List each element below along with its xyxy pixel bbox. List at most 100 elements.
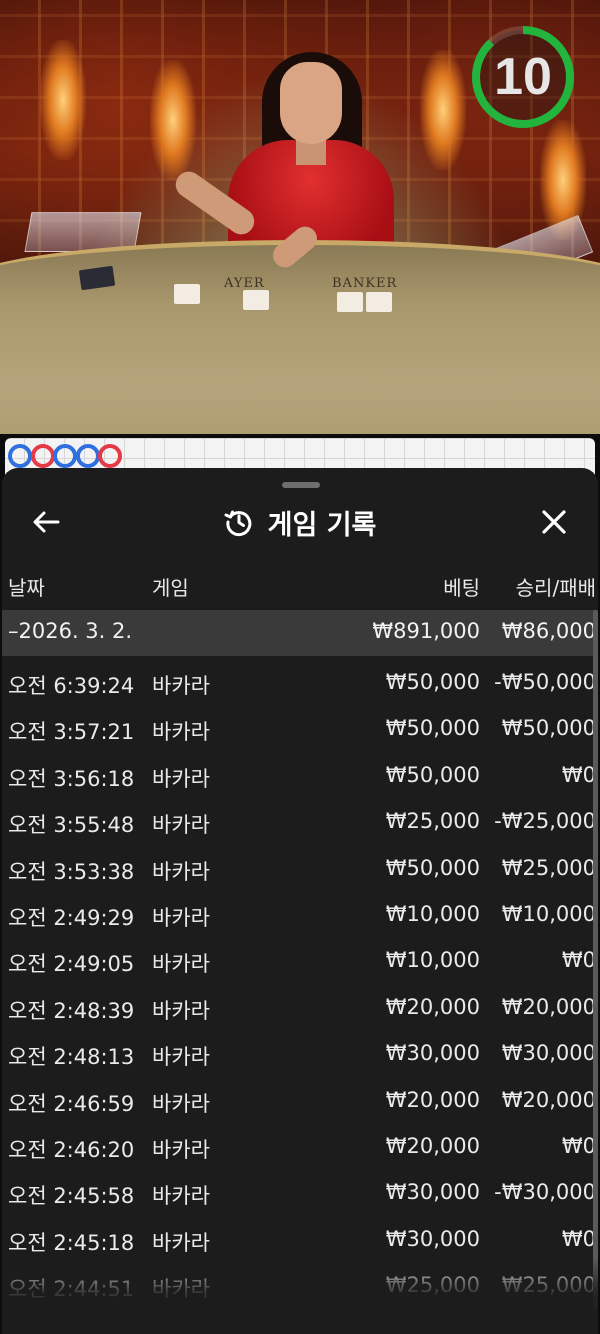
row-game: 바카라	[152, 952, 210, 977]
road-bead-red	[98, 444, 122, 468]
row-game: 바카라	[152, 1045, 210, 1070]
row-time: 오전 2:48:39	[8, 998, 135, 1023]
summary-bet-total: ₩891,000	[372, 619, 480, 643]
playing-card	[243, 290, 269, 310]
row-time: 오전 2:49:29	[8, 905, 135, 930]
row-bet: ₩10,000	[385, 901, 480, 926]
row-bet: ₩20,000	[385, 994, 480, 1019]
road-bead-red	[30, 444, 55, 468]
row-result: -₩30,000	[494, 1180, 596, 1205]
close-icon	[542, 510, 566, 534]
row-result: ₩20,000	[501, 994, 596, 1019]
timer-seconds: 10	[494, 48, 552, 106]
summary-result-total: ₩86,000	[501, 619, 596, 643]
history-row[interactable]: 오전 2:49:29 바카라 ₩10,000 ₩10,000	[2, 890, 598, 936]
history-row[interactable]: 오전 2:48:39 바카라 ₩20,000 ₩20,000	[2, 983, 598, 1029]
row-game: 바카라	[152, 1230, 210, 1255]
row-time: 오전 2:45:18	[8, 1230, 135, 1255]
playing-card	[366, 292, 392, 312]
row-game: 바카라	[152, 1091, 210, 1116]
history-row[interactable]: 오전 2:46:20 바카라 ₩20,000 ₩0	[2, 1122, 598, 1168]
row-result: ₩0	[561, 1226, 596, 1251]
history-rows: 오전 6:39:24 바카라 ₩50,000 -₩50,000 오전 3:57:21 바카…	[2, 658, 598, 1307]
row-bet: ₩10,000	[385, 948, 480, 973]
row-game: 바카라	[152, 859, 210, 884]
history-row[interactable]: 오전 2:45:18 바카라 ₩30,000 ₩0	[2, 1215, 598, 1261]
panel-title: 게임 기록	[267, 509, 377, 541]
history-clock-icon	[224, 510, 251, 537]
road-bead-blue	[8, 444, 32, 468]
history-row[interactable]: 오전 3:57:21 바카라 ₩50,000 ₩50,000	[2, 704, 598, 750]
row-result: -₩25,000	[494, 809, 596, 834]
dealer-face	[280, 62, 342, 144]
row-bet: ₩25,000	[385, 1273, 480, 1298]
close-button[interactable]	[532, 502, 576, 542]
history-row[interactable]: 오전 2:48:13 바카라 ₩30,000 ₩30,000	[2, 1029, 598, 1075]
column-header-bet: 베팅	[443, 576, 480, 600]
row-bet: ₩50,000	[385, 670, 480, 694]
column-header-result: 승리/패배	[515, 576, 596, 600]
row-time: 오전 3:55:48	[8, 813, 135, 838]
row-result: ₩30,000	[501, 1041, 596, 1066]
row-time: 오전 2:45:58	[8, 1184, 135, 1209]
row-bet: ₩50,000	[385, 762, 480, 787]
arrow-left-icon	[33, 511, 60, 533]
column-header-date: 날짜	[8, 576, 45, 600]
row-time: 오전 2:44:51	[8, 1277, 135, 1302]
background-lamp	[420, 50, 466, 170]
row-time: 오전 3:56:18	[8, 766, 135, 791]
row-game: 바카라	[152, 1277, 210, 1302]
row-bet: ₩50,000	[385, 716, 480, 741]
row-game: 바카라	[152, 720, 210, 745]
summary-date: –2026. 3. 2.	[8, 619, 133, 643]
row-bet: ₩20,000	[385, 1133, 480, 1158]
history-row[interactable]: 오전 2:49:05 바카라 ₩10,000 ₩0	[2, 936, 598, 982]
player-table-label: AYER	[224, 276, 265, 291]
column-header-game: 게임	[152, 576, 189, 600]
game-history-panel: 게임 기록 날짜 게임 베팅 승리/패배 –2026. 3. 2. ₩891,0…	[2, 468, 598, 1334]
history-row[interactable]: 오전 6:39:24 바카라 ₩50,000 -₩50,000	[2, 658, 598, 704]
panel-header: 게임 기록	[2, 496, 598, 548]
row-result: ₩50,000	[501, 716, 596, 741]
row-bet: ₩25,000	[385, 809, 480, 834]
row-time: 오전 2:46:20	[8, 1137, 135, 1162]
row-game: 바카라	[152, 1137, 210, 1162]
history-row[interactable]: 오전 3:53:38 바카라 ₩50,000 ₩25,000	[2, 844, 598, 890]
drag-handle[interactable]	[282, 482, 320, 488]
row-result: ₩25,000	[501, 1273, 596, 1298]
playing-card	[174, 284, 200, 304]
back-button[interactable]	[24, 502, 68, 542]
history-table-header: 날짜 게임 베팅 승리/패배	[2, 568, 598, 602]
road-bead-blue	[75, 444, 100, 468]
scrollbar[interactable]	[593, 610, 598, 1310]
live-dealer-video: AYER BANKER 10	[0, 0, 600, 434]
row-game: 바카라	[152, 1184, 210, 1209]
history-row[interactable]: 오전 2:44:51 바카라 ₩25,000 ₩25,000	[2, 1261, 598, 1307]
countdown-timer: 10	[468, 22, 578, 132]
row-bet: ₩30,000	[385, 1180, 480, 1205]
row-bet: ₩50,000	[385, 855, 480, 880]
row-result: ₩0	[561, 762, 596, 787]
row-game: 바카라	[152, 766, 210, 791]
history-row[interactable]: 오전 2:45:58 바카라 ₩30,000 -₩30,000	[2, 1168, 598, 1214]
date-summary-row[interactable]: –2026. 3. 2. ₩891,000 ₩86,000	[2, 610, 598, 656]
history-row[interactable]: 오전 2:46:59 바카라 ₩20,000 ₩20,000	[2, 1076, 598, 1122]
row-time: 오전 3:53:38	[8, 859, 135, 884]
row-bet: ₩30,000	[385, 1041, 480, 1066]
background-lamp	[40, 40, 86, 160]
road-bead-blue	[53, 444, 77, 468]
row-result: ₩20,000	[501, 1087, 596, 1112]
history-row[interactable]: 오전 3:56:18 바카라 ₩50,000 ₩0	[2, 751, 598, 797]
row-time: 오전 2:46:59	[8, 1091, 135, 1116]
row-game: 바카라	[152, 674, 210, 698]
row-bet: ₩20,000	[385, 1087, 480, 1112]
row-result: ₩0	[561, 948, 596, 973]
row-game: 바카라	[152, 998, 210, 1023]
row-time: 오전 6:39:24	[8, 674, 135, 698]
row-game: 바카라	[152, 813, 210, 838]
row-time: 오전 3:57:21	[8, 720, 135, 745]
row-bet: ₩30,000	[385, 1226, 480, 1251]
background-lamp	[150, 60, 196, 180]
history-row[interactable]: 오전 3:55:48 바카라 ₩25,000 -₩25,000	[2, 797, 598, 843]
row-result: -₩50,000	[494, 670, 596, 694]
